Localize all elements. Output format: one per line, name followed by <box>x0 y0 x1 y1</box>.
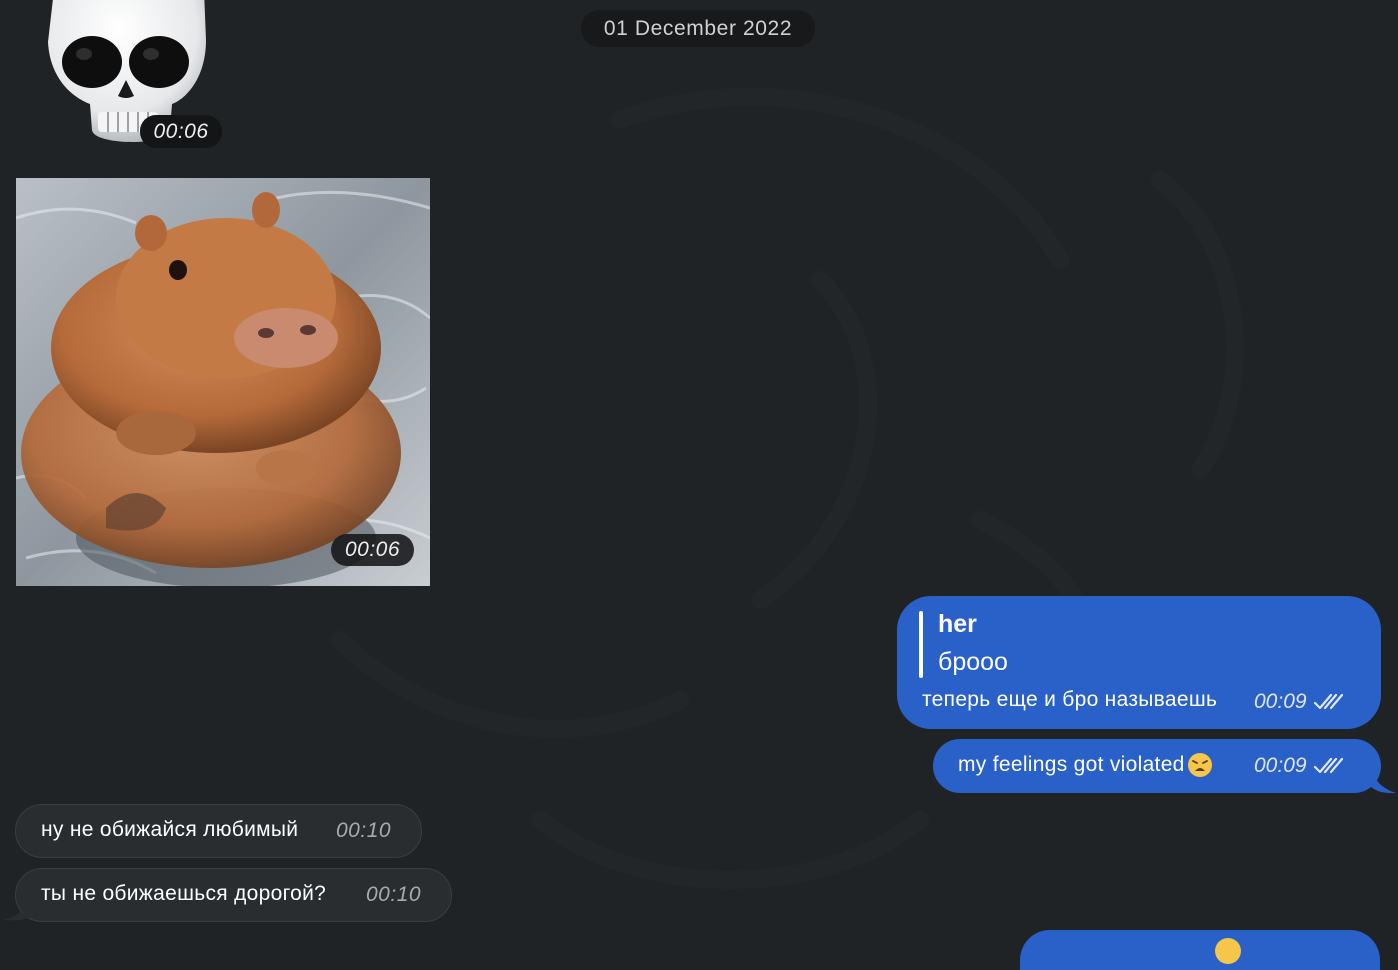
double-check-icon <box>1313 757 1343 774</box>
outgoing-message[interactable]: my feelings got violated 00:09 <box>933 739 1381 793</box>
capybara-photo[interactable] <box>16 178 430 586</box>
message-time: 00:09 <box>1254 754 1307 777</box>
message-text: теперь еще и бро называешь <box>922 688 1218 711</box>
message-time: 00:10 <box>366 883 422 906</box>
capybara-image <box>16 178 430 586</box>
message-text: ты не обижаешься дорогой? <box>41 882 327 905</box>
message-content: my feelings got violated <box>958 752 1213 778</box>
double-check-icon <box>1313 693 1343 710</box>
incoming-bubble-tail <box>3 890 33 921</box>
weary-face-icon <box>1187 753 1212 777</box>
incoming-message[interactable]: ну не обижайся любимый 00:10 <box>15 804 422 858</box>
outgoing-bubble-tail <box>1370 760 1396 794</box>
message-time: 00:10 <box>336 819 392 842</box>
photo-time: 00:06 <box>344 538 401 561</box>
message-text: ну не обижайся любимый <box>41 818 299 841</box>
message-time: 00:09 <box>1254 690 1307 713</box>
outgoing-message-partial[interactable] <box>1020 930 1380 970</box>
outgoing-reply-message[interactable]: her брооо теперь еще и бро называешь 00:… <box>897 596 1381 729</box>
sticker-time: 00:06 <box>153 119 209 143</box>
date-separator-label: 01 December 2022 <box>603 16 793 40</box>
date-separator: 01 December 2022 <box>581 10 815 47</box>
sticker-timestamp: 00:06 <box>140 115 222 148</box>
message-meta: 00:09 <box>1254 690 1345 714</box>
message-text: my feelings got violated <box>958 753 1185 776</box>
photo-timestamp: 00:06 <box>331 534 414 566</box>
incoming-message[interactable]: ты не обижаешься дорогой? 00:10 <box>15 868 452 922</box>
emoji-icon <box>1215 938 1241 964</box>
reply-quote-text[interactable]: брооо <box>938 648 1008 677</box>
reply-quote-bar <box>919 611 923 678</box>
message-meta: 00:09 <box>1254 754 1345 778</box>
reply-quote-author[interactable]: her <box>938 610 977 639</box>
